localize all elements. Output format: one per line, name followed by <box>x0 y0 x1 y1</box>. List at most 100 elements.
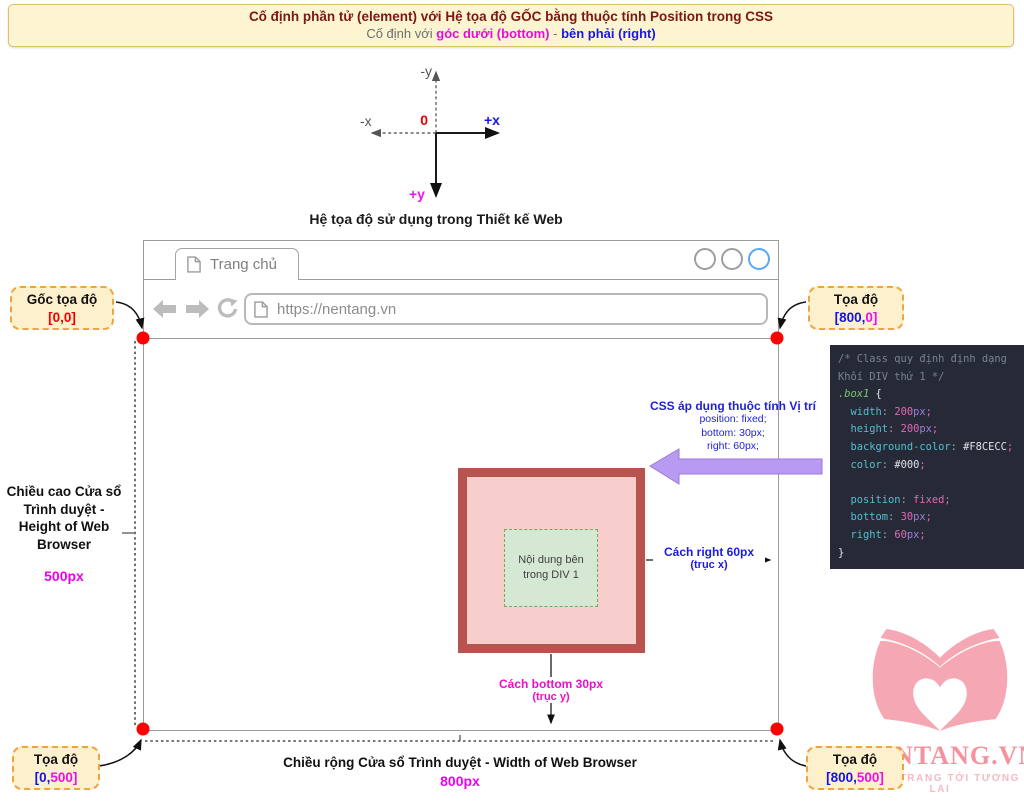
code-unit: px <box>913 406 926 418</box>
div-content-line2: trong DIV 1 <box>505 568 597 583</box>
browser-tab-row: Trang chủ <box>144 241 778 280</box>
code-selector: .box1 <box>838 388 869 400</box>
code-property: width <box>838 406 882 418</box>
axes-caption: Hệ tọa độ sử dụng trong Thiết kế Web <box>280 211 592 227</box>
code-line: right: 60px; <box>838 527 1022 545</box>
subtitle-separator: - <box>550 26 562 41</box>
axis-label-neg-x: -x <box>360 113 384 129</box>
bottom-gap-label: Cách bottom 30px (trục y) <box>495 677 607 703</box>
css-annotation-line: position: fixed; <box>648 413 818 427</box>
div-content-line1: Nội dung bên <box>505 553 597 568</box>
code-line: } <box>838 545 1022 563</box>
code-value: #F8CECC <box>963 441 1007 453</box>
subtitle-right-keyword: bên phải (right) <box>561 26 656 41</box>
css-annotation-title: CSS áp dụng thuộc tính Vị trí <box>648 399 818 413</box>
browser-tab[interactable]: Trang chủ <box>175 248 299 280</box>
browser-width-label: Chiều rộng Cửa sổ Trình duyệt - Width of… <box>143 755 777 789</box>
code-number: 200 <box>894 406 913 418</box>
code-line: /* Class quy định định dạng <box>838 351 1022 369</box>
browser-height-label: Chiều cao Cửa sổ Trình duyệt - Height of… <box>2 483 126 585</box>
code-value: fixed <box>913 494 944 506</box>
coord-note-bottom-right: Tọa độ [800,500] <box>806 746 904 790</box>
code-line-blank <box>838 474 1022 492</box>
code-line: background-color: #F8CECC; <box>838 439 1022 457</box>
width-text: Chiều rộng Cửa sổ Trình duyệt - Width of… <box>143 755 777 770</box>
css-annotation-line: right: 60px; <box>648 440 818 454</box>
code-property: height <box>838 423 888 435</box>
coord-note-bottom-left: Tọa độ [0,500] <box>12 746 100 790</box>
code-punct: : <box>901 494 914 506</box>
page-title: Cố định phần tử (element) với Hệ tọa độ … <box>9 9 1013 24</box>
code-number: 60 <box>894 529 907 541</box>
coord-note-value: [800,500] <box>808 769 902 787</box>
code-semicolon: ; <box>1007 441 1013 453</box>
code-line: bottom: 30px; <box>838 509 1022 527</box>
code-semicolon: ; <box>932 423 938 435</box>
code-punct: : <box>882 529 895 541</box>
address-bar[interactable]: https://nentang.vn <box>244 293 768 325</box>
axis-label-pos-x: +x <box>484 112 500 128</box>
code-comment: /* Class quy định định dạng <box>838 353 1007 365</box>
code-punct: : <box>882 459 895 471</box>
coord-y: 500] <box>50 770 77 785</box>
code-semicolon: ; <box>919 459 925 471</box>
code-semicolon: ; <box>926 406 932 418</box>
code-value: #000 <box>894 459 919 471</box>
code-property: right <box>838 529 882 541</box>
window-button[interactable] <box>721 248 743 270</box>
height-text: Chiều cao Cửa sổ Trình duyệt - Height of… <box>2 483 126 553</box>
page-icon <box>254 301 268 318</box>
coord-x: [0, <box>35 770 51 785</box>
code-punct: : <box>951 441 964 453</box>
right-gap-text: Cách right 60px <box>653 545 765 559</box>
coord-y: 500] <box>857 770 884 785</box>
code-comment: Khối DIV thứ 1 */ <box>838 371 944 383</box>
width-value: 800px <box>143 773 777 789</box>
header-banner: Cố định phần tử (element) với Hệ tọa độ … <box>8 4 1014 47</box>
back-icon[interactable] <box>152 298 178 320</box>
refresh-icon[interactable] <box>216 298 238 320</box>
tab-title: Trang chủ <box>210 256 277 273</box>
coord-x: [800, <box>835 310 866 325</box>
code-unit: px <box>913 511 926 523</box>
subtitle-bottom-keyword: góc dưới (bottom) <box>436 26 549 41</box>
code-line: position: fixed; <box>838 492 1022 510</box>
axis-label-pos-y: +y <box>409 186 425 202</box>
code-line: width: 200px; <box>838 404 1022 422</box>
coord-note-value: [0,0] <box>12 309 112 327</box>
height-value: 500px <box>2 567 126 585</box>
code-punct: : <box>888 423 901 435</box>
diagram-canvas: Cố định phần tử (element) với Hệ tọa độ … <box>0 0 1024 802</box>
right-gap-axis: (trục x) <box>653 559 765 571</box>
coord-note-value: [0,500] <box>14 769 98 787</box>
window-button[interactable] <box>694 248 716 270</box>
code-property: background-color <box>838 441 951 453</box>
coord-note-origin: Gốc tọa độ [0,0] <box>10 286 114 330</box>
code-line: color: #000; <box>838 457 1022 475</box>
coord-note-title: Tọa độ <box>810 291 902 309</box>
coord-note-title: Tọa độ <box>14 751 98 769</box>
coord-y: 0] <box>865 310 877 325</box>
code-line: height: 200px; <box>838 421 1022 439</box>
div-content-box: Nội dung bên trong DIV 1 <box>504 529 598 607</box>
code-semicolon: ; <box>926 511 932 523</box>
code-punct: : <box>882 406 895 418</box>
code-unit: px <box>907 529 920 541</box>
right-gap-label: Cách right 60px (trục x) <box>653 545 765 571</box>
code-number: 30 <box>901 511 914 523</box>
axis-label-origin: 0 <box>412 112 428 128</box>
css-annotation-line: bottom: 30px; <box>648 427 818 441</box>
book-heart-icon <box>856 624 1024 738</box>
code-unit: px <box>919 423 932 435</box>
browser-toolbar: https://nentang.vn <box>144 280 778 339</box>
css-annotation: CSS áp dụng thuộc tính Vị trí position: … <box>648 399 818 454</box>
window-controls <box>694 248 770 270</box>
code-property: color <box>838 459 882 471</box>
bottom-gap-text: Cách bottom 30px <box>495 677 607 691</box>
page-icon <box>187 256 201 273</box>
code-brace: } <box>838 547 844 559</box>
window-button-active[interactable] <box>748 248 770 270</box>
page-subtitle: Cố định với góc dưới (bottom) - bên phải… <box>9 26 1013 41</box>
coord-note-top-right: Tọa độ [800,0] <box>808 286 904 330</box>
forward-icon[interactable] <box>184 298 210 320</box>
